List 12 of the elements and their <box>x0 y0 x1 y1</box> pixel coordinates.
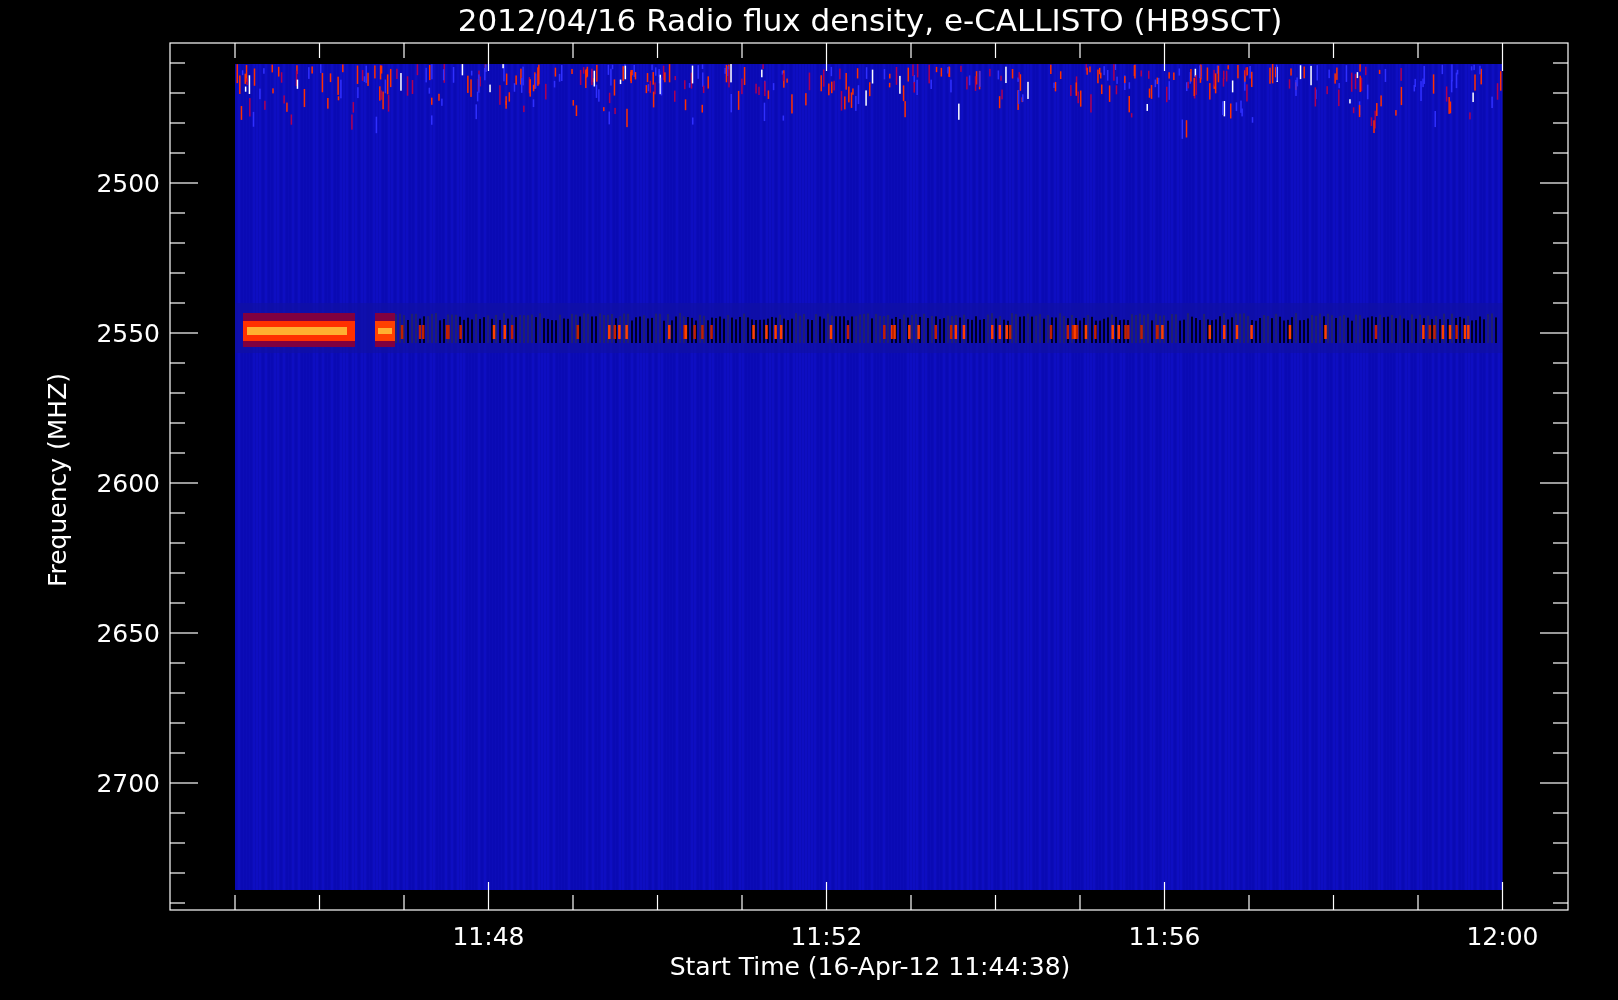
plot-title: 2012/04/16 Radio flux density, e-CALLISTO (HB9SCT) <box>457 2 1283 38</box>
y-tick-label: 2600 <box>96 469 160 498</box>
y-tick-label: 2700 <box>96 769 160 798</box>
x-tick-label: 12:00 <box>1466 922 1539 951</box>
x-axis-label: Start Time (16-Apr-12 11:44:38) <box>669 952 1071 981</box>
y-axis-label: Frequency (MHZ) <box>43 372 72 588</box>
y-tick-label: 2650 <box>96 619 160 648</box>
x-tick-label: 11:48 <box>452 922 525 951</box>
y-tick-label: 2550 <box>96 319 160 348</box>
x-tick-label: 11:52 <box>790 922 863 951</box>
y-tick-label: 2500 <box>96 169 160 198</box>
x-tick-label: 11:56 <box>1128 922 1201 951</box>
